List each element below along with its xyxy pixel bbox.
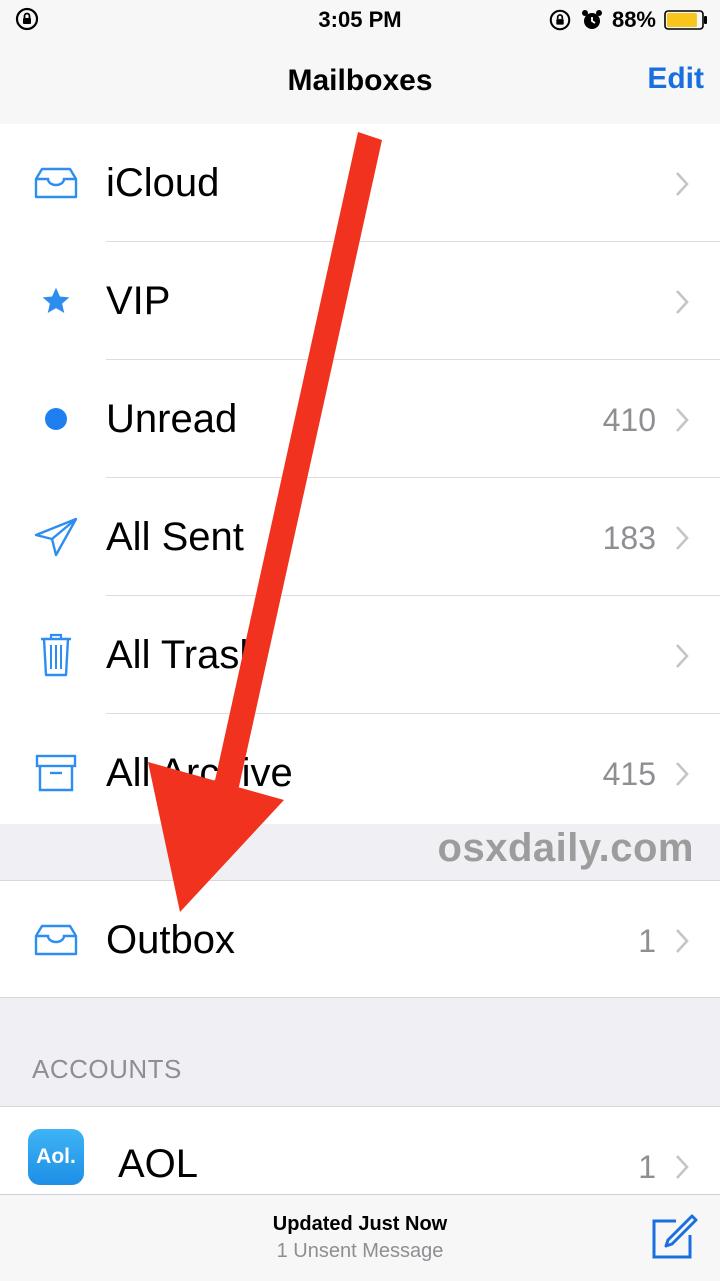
mailbox-label: Outbox xyxy=(106,918,235,962)
mailbox-label: All Archive xyxy=(106,751,293,795)
page-title: Mailboxes xyxy=(287,64,433,97)
account-count: 1 xyxy=(638,1149,656,1185)
status-bar: 3:05 PM 88% xyxy=(0,0,720,40)
star-icon xyxy=(30,276,82,326)
chevron-right-icon xyxy=(676,1155,689,1179)
mailbox-count: 1 xyxy=(638,923,656,959)
inbox-tray-icon xyxy=(30,915,82,965)
update-status: Updated Just Now xyxy=(272,1213,448,1235)
chevron-right-icon xyxy=(676,644,689,668)
compose-icon[interactable] xyxy=(650,1213,698,1261)
mailbox-row-vip[interactable]: VIP xyxy=(0,242,720,360)
account-label: AOL xyxy=(118,1142,199,1186)
chevron-right-icon xyxy=(676,929,689,953)
mailbox-label: iCloud xyxy=(106,161,220,205)
outbox-group: Outbox 1 xyxy=(0,880,720,998)
unread-dot-icon xyxy=(30,394,82,444)
edit-button[interactable]: Edit xyxy=(647,62,704,96)
paper-plane-icon xyxy=(30,512,82,562)
chevron-right-icon xyxy=(676,526,689,550)
chevron-right-icon xyxy=(676,762,689,786)
mailbox-count: 410 xyxy=(602,402,656,438)
status-right-cluster: 88% xyxy=(548,6,708,34)
mailbox-row-unread[interactable]: Unread 410 xyxy=(0,360,720,478)
account-row-aol[interactable]: Aol. AOL 1 xyxy=(0,1107,720,1197)
chevron-right-icon xyxy=(676,172,689,196)
mailbox-row-outbox[interactable]: Outbox 1 xyxy=(0,881,720,997)
chevron-right-icon xyxy=(676,290,689,314)
mailbox-row-all-trash[interactable]: All Trash xyxy=(0,596,720,714)
mailbox-row-all-sent[interactable]: All Sent 183 xyxy=(0,478,720,596)
chevron-right-icon xyxy=(676,408,689,432)
watermark: osxdaily.com xyxy=(437,826,694,870)
mailbox-row-icloud[interactable]: iCloud xyxy=(0,124,720,242)
mailbox-row-all-archive[interactable]: All Archive 415 xyxy=(0,714,720,832)
battery-icon xyxy=(664,10,707,30)
unsent-status: 1 Unsent Message xyxy=(276,1240,444,1262)
mailbox-count: 415 xyxy=(602,756,656,792)
rotation-lock-icon xyxy=(549,9,571,31)
alarm-clock-icon xyxy=(581,10,602,29)
mailbox-count: 183 xyxy=(602,520,656,556)
nav-bar: Mailboxes Edit xyxy=(0,40,720,125)
mailbox-list: iCloud VIP Unread 410 All Sent 183 All T… xyxy=(0,124,720,824)
archive-box-icon xyxy=(30,748,82,798)
inbox-tray-icon xyxy=(30,158,82,208)
accounts-section-header: ACCOUNTS xyxy=(32,1054,182,1084)
mailbox-label: All Sent xyxy=(106,515,244,559)
bottom-toolbar: Updated Just Now 1 Unsent Message xyxy=(0,1194,720,1281)
mailbox-label: VIP xyxy=(106,279,171,323)
battery-percent: 88% xyxy=(611,7,656,32)
aol-logo-icon: Aol. xyxy=(28,1129,84,1185)
accounts-list: Aol. AOL 1 xyxy=(0,1106,720,1197)
trash-can-icon xyxy=(30,630,82,680)
mailbox-label: All Trash xyxy=(106,633,262,677)
mailbox-label: Unread xyxy=(106,397,238,441)
